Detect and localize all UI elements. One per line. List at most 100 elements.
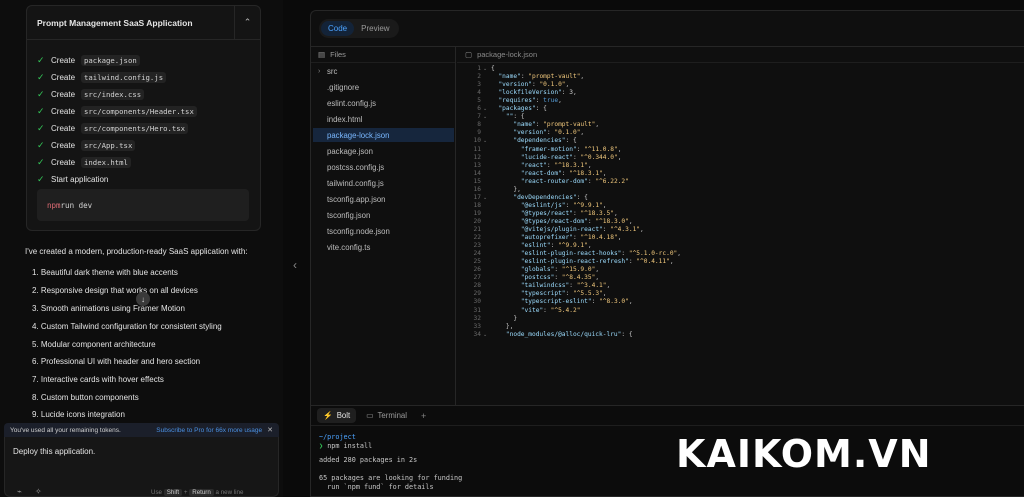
terminal-tabs: ⚡ Bolt ▭ Terminal + [311,406,1024,426]
check-icon: ✓ [37,139,45,150]
line-number: 23 [473,242,481,250]
files-header: ▤ Files [311,47,455,63]
file-item[interactable]: postcss.config.js [313,160,454,174]
line-number: 18 [473,201,481,209]
fold-chevron-icon[interactable]: ⌄ [483,114,487,120]
line-number: 16 [473,185,481,193]
sparkle-icon[interactable]: ✧ [35,487,42,496]
tab-terminal[interactable]: ▭ Terminal [360,408,413,423]
line-number: 31 [473,306,481,314]
line-number: 27 [473,274,481,282]
list-item: 4. Custom Tailwind configuration for con… [32,322,222,331]
file-item[interactable]: eslint.config.js [313,96,454,110]
fold-chevron-icon[interactable]: ⌄ [483,138,487,144]
tab-code[interactable]: Code [321,21,355,36]
line-number: 12 [473,153,481,161]
check-icon: ✓ [37,122,45,133]
list-item: 2. Responsive design that works on all d… [32,286,198,295]
close-icon[interactable]: ✕ [267,426,273,434]
line-number: 4 [477,89,481,97]
code-line: "react-router-dom": "^6.22.2" [520,177,629,185]
file-item-selected[interactable]: package-lock.json [313,128,454,142]
line-number: 9 [477,129,481,137]
check-icon: ✓ [37,54,45,65]
prompt-input[interactable]: Deploy this application. ⌁ ✧ Use Shift +… [4,437,279,497]
token-banner: You've used all your remaining tokens. S… [4,423,279,437]
check-icon: ✓ [37,71,45,82]
code-editor[interactable]: ▢ package-lock.json 1 ⌄{2 "name": "prompt-… [457,47,1024,405]
terminal-output: 65 packages are looking for funding [319,474,463,482]
line-number: 29 [473,290,481,298]
token-message: You've used all your remaining tokens. [10,426,121,434]
code-line: "@types/react": "^18.3.5", [520,209,618,217]
line-number: 14 [473,169,481,177]
line-number: 8 [477,121,481,129]
file-item[interactable]: tailwind.config.js [313,176,454,190]
list-item: 3. Smooth animations using Framer Motion [32,304,185,313]
check-icon: ✓ [37,105,45,116]
return-key: Return [189,489,214,496]
workbench: Code Preview ▤ Files › src .gitignore esli… [310,10,1024,497]
file-item[interactable]: tsconfig.app.json [313,192,454,206]
attach-icon[interactable]: ⌁ [17,487,22,496]
line-number: 22 [473,234,481,242]
file-item[interactable]: vite.config.ts [313,240,454,254]
chevron-left-icon[interactable]: ‹ [293,258,297,272]
chat-panel: Prompt Management SaaS Application ⌃ ✓ Cr… [0,0,283,497]
prompt-value: Deploy this application. [13,447,96,456]
command-block[interactable]: npm run dev [37,189,249,221]
check-icon: ✓ [37,156,45,167]
code-line: "node_modules/@alloc/quick-lru": { [505,330,633,338]
line-number: 24 [473,250,481,258]
code-line: "eslint-plugin-react-refresh": "^0.4.11"… [520,258,674,266]
terminal-output: run `npm fund` for details [319,483,434,491]
artifact-header[interactable]: Prompt Management SaaS Application ⌃ [27,5,260,40]
code-line: "postcss": "^8.4.35", [520,274,600,282]
file-item[interactable]: package.json [313,144,454,158]
file-item[interactable]: tsconfig.json [313,208,454,222]
fold-chevron-icon[interactable]: ⌄ [483,332,487,338]
assistant-intro: I've created a modern, production-ready … [25,247,248,256]
terminal-command-line: ❯ npm install [319,442,373,450]
list-item: 6. Professional UI with header and hero … [32,357,201,366]
code-line: }, [491,322,514,330]
line-number: 19 [473,209,481,217]
code-line: "vite": "^5.4.2" [520,306,581,314]
list-item: 5. Modular component architecture [32,340,156,349]
fold-chevron-icon[interactable]: ⌄ [483,195,487,201]
line-number: 25 [473,258,481,266]
subscribe-link[interactable]: Subscribe to Pro for 66x more usage [156,427,262,434]
file-item[interactable]: tsconfig.node.json [313,224,454,238]
step-item: ✓ Create src/components/Header.tsx [37,104,197,118]
fold-chevron-icon[interactable]: ⌄ [483,66,487,72]
chat-messages[interactable]: Prompt Management SaaS Application ⌃ ✓ Cr… [0,0,283,420]
chevron-right-icon: › [318,67,321,75]
terminal-icon: ▭ [366,411,374,420]
keyboard-hint: Use Shift + Return a new line [151,489,244,496]
prompt-arrow-icon: ❯ [319,442,324,450]
editor-tab[interactable]: ▢ package-lock.json [457,47,1024,63]
line-number: 15 [473,177,481,185]
shift-key: Shift [163,489,183,496]
file-item[interactable]: .gitignore [313,80,454,94]
add-terminal-button[interactable]: + [417,411,430,421]
code-area[interactable]: 1 ⌄{2 "name": "prompt-vault", 3 "version":… [457,65,1024,405]
code-line: "lucide-react": "^0.344.0", [520,153,622,161]
tab-bolt[interactable]: ⚡ Bolt [317,408,357,423]
view-toggle: Code Preview [319,19,399,38]
code-line: "tailwindcss": "^3.4.1", [520,282,611,290]
tab-preview[interactable]: Preview [354,21,396,36]
step-item: ✓ Create tailwind.config.js [37,70,167,84]
collapse-button[interactable]: ⌃ [234,5,260,40]
line-number: 11 [473,145,481,153]
line-number: 33 [473,322,481,330]
code-line: "dependencies": { [513,137,577,145]
code-line: "framer-motion": "^11.0.8", [520,145,622,153]
folder-src[interactable]: › src [313,64,454,78]
file-item[interactable]: index.html [313,112,454,126]
code-line: "eslint": "^9.9.1", [520,242,592,250]
code-line: "@eslint/js": "^9.9.1", [520,201,607,209]
fold-chevron-icon[interactable]: ⌄ [483,106,487,112]
scroll-down-button[interactable]: ↓ [136,292,150,306]
list-item: 7. Interactive cards with hover effects [32,375,164,384]
